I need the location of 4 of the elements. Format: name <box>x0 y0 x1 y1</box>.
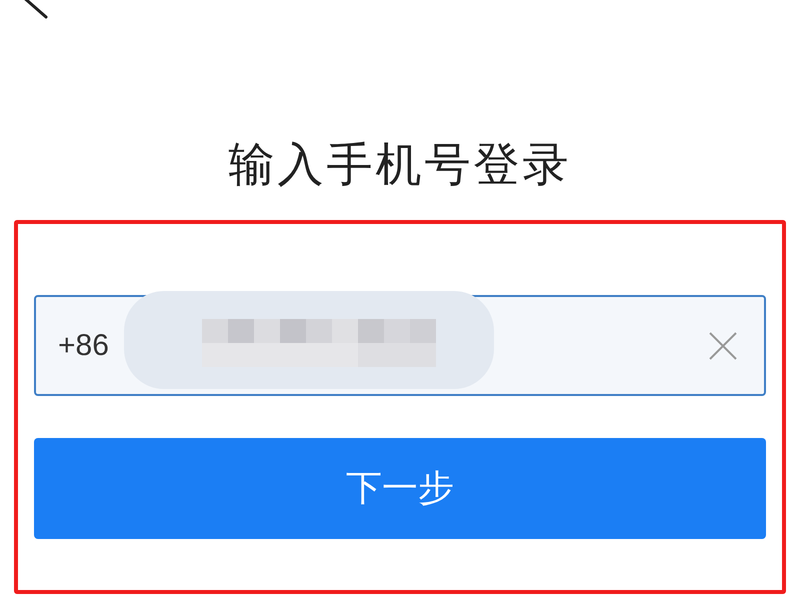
next-button[interactable]: 下一步 <box>34 438 766 539</box>
page-title: 输入手机号登录 <box>228 136 572 193</box>
clear-icon[interactable] <box>708 330 738 360</box>
country-code: +86 <box>58 328 109 364</box>
